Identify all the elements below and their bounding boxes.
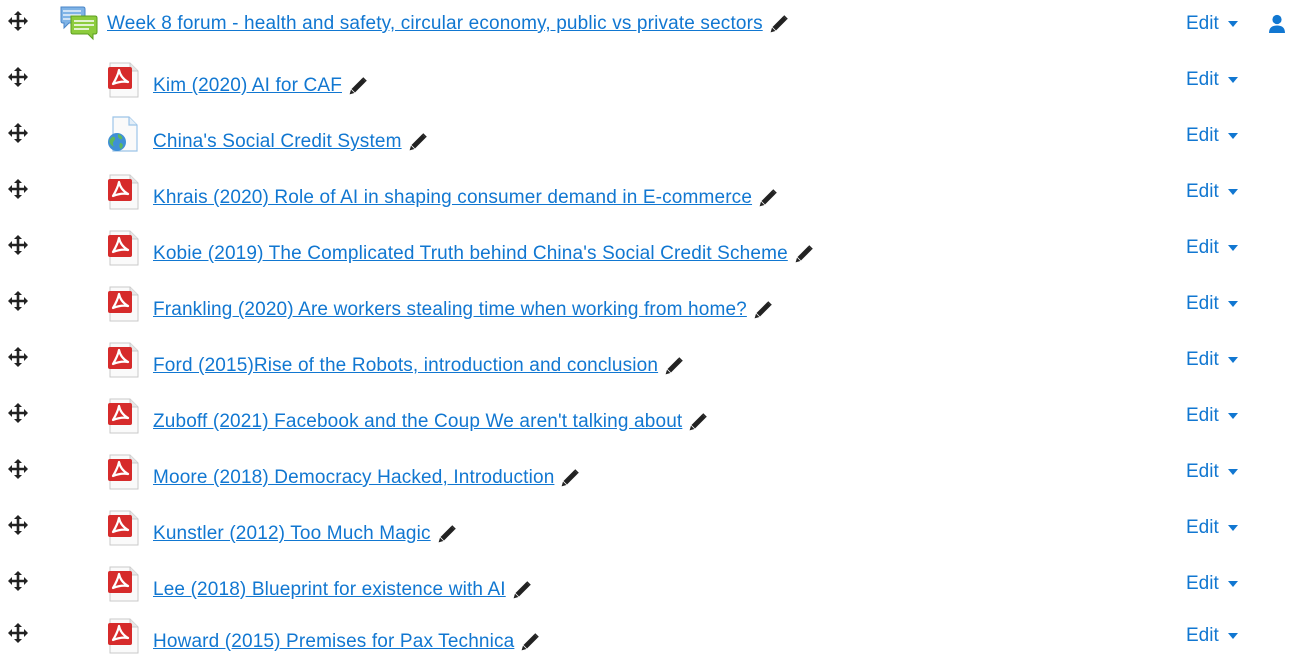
edit-menu-button[interactable]: Edit [1186, 284, 1238, 324]
pdf-icon [107, 62, 141, 102]
pencil-edit-icon[interactable] [438, 525, 456, 543]
edit-menu-button[interactable]: Edit [1186, 340, 1238, 380]
move-handle-icon[interactable] [7, 570, 29, 592]
activity-title-link[interactable]: Frankling (2020) Are workers stealing ti… [153, 299, 747, 321]
edit-menu-button[interactable]: Edit [1186, 508, 1238, 548]
edit-menu-button[interactable]: Edit [1186, 616, 1238, 656]
edit-menu-button[interactable]: Edit [1186, 172, 1238, 212]
activity-title-link[interactable]: Khrais (2020) Role of AI in shaping cons… [153, 187, 752, 209]
caret-down-icon [1227, 413, 1238, 419]
edit-label: Edit [1186, 461, 1219, 482]
pdf-icon [107, 342, 141, 382]
edit-menu-button[interactable]: Edit [1186, 60, 1238, 100]
move-handle-icon[interactable] [7, 122, 29, 144]
user-icon[interactable] [1268, 14, 1286, 34]
move-handle-icon[interactable] [7, 66, 29, 88]
edit-label: Edit [1186, 349, 1219, 370]
activity-row: Khrais (2020) Role of AI in shaping cons… [0, 172, 1294, 212]
activity-title-link[interactable]: Kunstler (2012) Too Much Magic [153, 523, 431, 545]
caret-down-icon [1227, 469, 1238, 475]
pencil-edit-icon[interactable] [665, 357, 683, 375]
move-handle-icon[interactable] [7, 178, 29, 200]
pencil-edit-icon[interactable] [770, 15, 788, 33]
pencil-edit-icon[interactable] [689, 413, 707, 431]
edit-menu-button[interactable]: Edit [1186, 4, 1238, 44]
forum-icon [58, 4, 100, 48]
activity-row: Kunstler (2012) Too Much Magic Edit [0, 508, 1294, 548]
caret-down-icon [1227, 301, 1238, 307]
edit-label: Edit [1186, 405, 1219, 426]
edit-label: Edit [1186, 293, 1219, 314]
activity-row: Zuboff (2021) Facebook and the Coup We a… [0, 396, 1294, 436]
course-activity-list: Week 8 forum - health and safety, circul… [0, 0, 1294, 656]
pencil-edit-icon[interactable] [349, 77, 367, 95]
activity-row: Ford (2015)Rise of the Robots, introduct… [0, 340, 1294, 380]
pencil-edit-icon[interactable] [759, 189, 777, 207]
pencil-edit-icon[interactable] [513, 581, 531, 599]
activity-title-link[interactable]: Kim (2020) AI for CAF [153, 75, 342, 97]
edit-menu-button[interactable]: Edit [1186, 228, 1238, 268]
move-handle-icon[interactable] [7, 346, 29, 368]
caret-down-icon [1227, 633, 1238, 639]
edit-label: Edit [1186, 573, 1219, 594]
activity-row: Kim (2020) AI for CAF Edit [0, 60, 1294, 100]
pdf-icon [107, 618, 141, 658]
pencil-edit-icon[interactable] [521, 633, 539, 651]
caret-down-icon [1227, 21, 1238, 27]
activity-row: Frankling (2020) Are workers stealing ti… [0, 284, 1294, 324]
activity-title-link[interactable]: Zuboff (2021) Facebook and the Coup We a… [153, 411, 682, 433]
pdf-icon [107, 398, 141, 438]
activity-row: China's Social Credit System Edit [0, 116, 1294, 156]
activity-title-link[interactable]: Howard (2015) Premises for Pax Technica [153, 631, 514, 653]
forum-title-link[interactable]: Week 8 forum - health and safety, circul… [107, 13, 763, 35]
activity-row: Moore (2018) Democracy Hacked, Introduct… [0, 452, 1294, 492]
caret-down-icon [1227, 525, 1238, 531]
move-handle-icon[interactable] [7, 514, 29, 536]
caret-down-icon [1227, 581, 1238, 587]
move-handle-icon[interactable] [7, 458, 29, 480]
edit-label: Edit [1186, 13, 1219, 34]
pencil-edit-icon[interactable] [754, 301, 772, 319]
move-handle-icon[interactable] [7, 290, 29, 312]
edit-menu-button[interactable]: Edit [1186, 116, 1238, 156]
pdf-icon [107, 230, 141, 270]
move-handle-icon[interactable] [7, 402, 29, 424]
activity-row: Howard (2015) Premises for Pax Technica … [0, 616, 1294, 656]
move-handle-icon[interactable] [7, 622, 29, 644]
activity-row: Kobie (2019) The Complicated Truth behin… [0, 228, 1294, 268]
url-icon [105, 116, 139, 156]
edit-menu-button[interactable]: Edit [1186, 452, 1238, 492]
activity-row: Lee (2018) Blueprint for existence with … [0, 564, 1294, 604]
pdf-icon [107, 286, 141, 326]
move-handle-icon[interactable] [7, 234, 29, 256]
pdf-icon [107, 566, 141, 606]
caret-down-icon [1227, 357, 1238, 363]
pencil-edit-icon[interactable] [409, 133, 427, 151]
activity-row-forum: Week 8 forum - health and safety, circul… [0, 4, 1294, 44]
pdf-icon [107, 510, 141, 550]
move-handle-icon[interactable] [7, 10, 29, 32]
pencil-edit-icon[interactable] [795, 245, 813, 263]
activity-title-link[interactable]: Kobie (2019) The Complicated Truth behin… [153, 243, 788, 265]
caret-down-icon [1227, 133, 1238, 139]
caret-down-icon [1227, 189, 1238, 195]
edit-menu-button[interactable]: Edit [1186, 564, 1238, 604]
edit-label: Edit [1186, 237, 1219, 258]
edit-label: Edit [1186, 517, 1219, 538]
pdf-icon [107, 454, 141, 494]
activity-title-link[interactable]: Moore (2018) Democracy Hacked, Introduct… [153, 467, 554, 489]
activity-title-link[interactable]: Ford (2015)Rise of the Robots, introduct… [153, 355, 658, 377]
edit-menu-button[interactable]: Edit [1186, 396, 1238, 436]
activity-title-link[interactable]: Lee (2018) Blueprint for existence with … [153, 579, 506, 601]
pdf-icon [107, 174, 141, 214]
edit-label: Edit [1186, 181, 1219, 202]
activity-title-link[interactable]: China's Social Credit System [153, 131, 402, 153]
edit-label: Edit [1186, 125, 1219, 146]
edit-label: Edit [1186, 69, 1219, 90]
pencil-edit-icon[interactable] [561, 469, 579, 487]
edit-label: Edit [1186, 625, 1219, 646]
caret-down-icon [1227, 245, 1238, 251]
caret-down-icon [1227, 77, 1238, 83]
